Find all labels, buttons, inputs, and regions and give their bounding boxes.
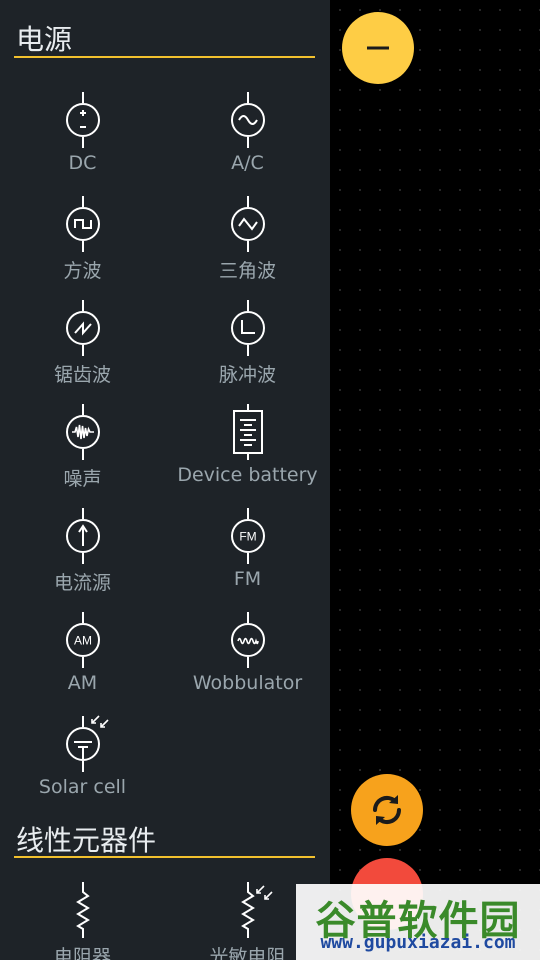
component-label: AM — [67, 672, 98, 694]
minus-icon — [367, 46, 389, 50]
component-label: 电流源 — [53, 572, 111, 594]
noise-icon — [65, 404, 100, 460]
am-source-icon: AM — [65, 612, 100, 668]
component-label: 三角波 — [218, 260, 276, 282]
component-drawer: 电源 DC A/C 方波 三角波 锯齿波 脉冲波 噪声 Device batte… — [0, 0, 330, 960]
am-badge: AM — [74, 634, 92, 648]
component-pulse-wave[interactable]: 脉冲波 — [165, 298, 330, 398]
component-label: DC — [68, 152, 97, 174]
fm-source-icon: FM — [230, 508, 265, 564]
component-label: 锯齿波 — [53, 364, 111, 386]
section-divider — [14, 856, 315, 858]
section-divider — [14, 56, 315, 58]
refresh-button[interactable] — [351, 774, 423, 846]
component-label: FM — [233, 568, 262, 590]
battery-icon — [232, 404, 263, 460]
component-am[interactable]: AM AM — [0, 610, 165, 710]
component-label: 脉冲波 — [218, 364, 276, 386]
component-solar-cell[interactable]: Solar cell — [0, 714, 165, 814]
component-noise[interactable]: 噪声 — [0, 402, 165, 502]
sawtooth-wave-icon — [65, 300, 100, 356]
component-device-battery[interactable]: Device battery — [165, 402, 330, 502]
ac-source-icon — [230, 92, 265, 148]
component-dc[interactable]: DC — [0, 90, 165, 190]
solar-cell-icon — [65, 715, 109, 772]
component-wobbulator[interactable]: Wobbulator — [165, 610, 330, 710]
fm-badge: FM — [239, 530, 256, 544]
component-square-wave[interactable]: 方波 — [0, 194, 165, 294]
resistor-icon — [75, 882, 90, 938]
photoresistor-icon — [240, 882, 273, 938]
watermark-url: www.gupuxiazai.com — [320, 932, 516, 953]
component-label: Solar cell — [38, 776, 127, 798]
collapse-button[interactable] — [342, 12, 414, 84]
dc-source-icon — [65, 92, 100, 148]
section-title-power: 电源 — [16, 23, 73, 56]
wobbulator-icon — [230, 612, 265, 668]
component-fm[interactable]: FM FM — [165, 506, 330, 606]
section-title-linear: 线性元器件 — [16, 824, 157, 857]
triangle-wave-icon — [230, 196, 265, 252]
component-current-source[interactable]: 电流源 — [0, 506, 165, 606]
component-label: A/C — [231, 152, 264, 174]
component-label: 噪声 — [63, 468, 102, 490]
refresh-icon — [372, 795, 402, 825]
component-label: Wobbulator — [192, 672, 303, 694]
square-wave-icon — [65, 196, 100, 252]
component-triangle-wave[interactable]: 三角波 — [165, 194, 330, 294]
pulse-wave-icon — [230, 300, 265, 356]
current-source-icon — [65, 508, 100, 564]
watermark-logo: 谷普软件园 www.gupuxiazai.com — [296, 884, 540, 960]
component-sawtooth-wave[interactable]: 锯齿波 — [0, 298, 165, 398]
component-label: Device battery — [177, 464, 318, 486]
component-label: 方波 — [63, 260, 102, 282]
component-resistor[interactable]: 电阻器 — [0, 880, 165, 960]
component-label: 电阻器 — [53, 946, 111, 960]
component-ac[interactable]: A/C — [165, 90, 330, 190]
